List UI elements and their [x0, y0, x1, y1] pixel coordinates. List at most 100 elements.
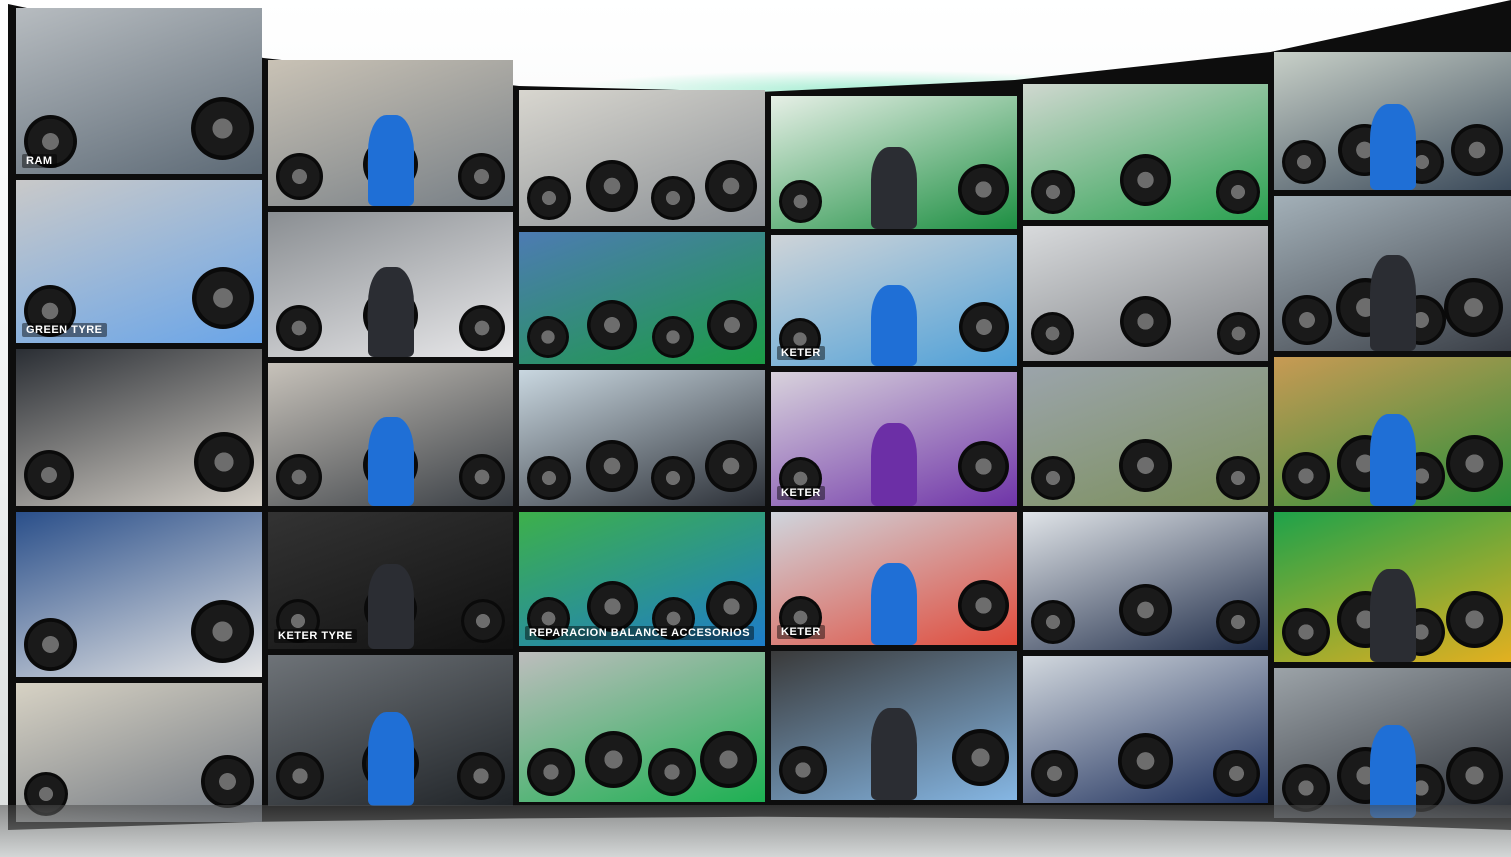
- photo-tile: [1274, 512, 1511, 662]
- tire-graphic: [959, 302, 1009, 352]
- tire-graphic: [648, 748, 697, 796]
- tire-graphic: [1282, 139, 1327, 184]
- floor-reflection: [0, 805, 1511, 857]
- person-figure: [871, 563, 917, 645]
- photo-tile: [16, 683, 262, 822]
- tire-graphic: [584, 731, 642, 788]
- photo-tile: [1274, 357, 1511, 506]
- tire-graphic: [24, 449, 75, 500]
- photo-tile: [519, 370, 765, 506]
- photo-tile: [1023, 226, 1268, 361]
- tire-graphic: [1215, 455, 1260, 500]
- tire-graphic: [958, 164, 1009, 215]
- tire-graphic: [952, 729, 1009, 786]
- tire-graphic: [1215, 599, 1260, 644]
- person-figure: [368, 115, 414, 206]
- tire-graphic: [586, 299, 638, 350]
- tire-graphic: [191, 600, 254, 663]
- person-figure: [1370, 104, 1416, 190]
- tire-graphic: [706, 299, 757, 350]
- photo-tile: [16, 349, 262, 506]
- photo-tile: [519, 652, 765, 802]
- tile-caption: REPARACION BALANCE ACCESORIOS: [525, 626, 755, 640]
- tile-caption: RAM: [22, 154, 57, 168]
- tire-graphic: [527, 748, 575, 796]
- person-figure: [871, 147, 917, 229]
- tire-graphic: [276, 751, 325, 800]
- tire-graphic: [1031, 455, 1076, 500]
- photo-tile: [771, 96, 1017, 229]
- photo-tile: [1274, 196, 1511, 351]
- tire-graphic: [1031, 599, 1076, 644]
- photo-tile: [268, 363, 513, 506]
- tire-graphic: [651, 176, 695, 220]
- tire-graphic: [201, 755, 254, 808]
- photo-tile: [1023, 367, 1268, 506]
- photo-tile: KETER: [771, 372, 1017, 506]
- tire-graphic: [1216, 311, 1260, 355]
- tire-graphic: [652, 315, 695, 358]
- person-figure: [871, 285, 917, 366]
- tire-graphic: [192, 267, 254, 329]
- tire-graphic: [527, 176, 571, 220]
- photo-tile: [268, 60, 513, 206]
- tire-graphic: [24, 618, 77, 671]
- photo-tile: [519, 90, 765, 226]
- photo-tile: KETER: [771, 512, 1017, 645]
- tire-graphic: [705, 440, 757, 492]
- person-figure: [368, 267, 414, 357]
- photo-tile: KETER: [771, 235, 1017, 366]
- tire-graphic: [276, 153, 323, 200]
- photo-tile: [1023, 656, 1268, 803]
- tire-graphic: [458, 153, 505, 200]
- person-figure: [368, 564, 414, 649]
- photo-tile: [1023, 84, 1268, 220]
- person-figure: [368, 417, 414, 506]
- tile-caption: KETER: [777, 625, 825, 639]
- person-figure: [871, 708, 917, 800]
- tire-graphic: [276, 454, 322, 500]
- tire-graphic: [705, 160, 757, 212]
- person-figure: [1370, 569, 1416, 662]
- tire-graphic: [1444, 278, 1503, 337]
- photo-tile: [1274, 668, 1511, 818]
- photo-tile: KETER TYRE: [268, 512, 513, 649]
- tire-graphic: [1282, 608, 1330, 656]
- photo-tile: [519, 232, 765, 364]
- tire-graphic: [1117, 733, 1174, 789]
- tire-graphic: [527, 456, 571, 500]
- tire-graphic: [779, 180, 822, 223]
- photo-tile: RAM: [16, 8, 262, 174]
- person-figure: [1370, 255, 1416, 351]
- tire-graphic: [1119, 439, 1172, 492]
- tire-graphic: [779, 746, 827, 794]
- tile-caption: KETER: [777, 346, 825, 360]
- photo-tile: [1274, 52, 1511, 190]
- tire-graphic: [276, 304, 323, 351]
- tire-graphic: [456, 751, 505, 800]
- tire-graphic: [1446, 747, 1503, 804]
- tire-graphic: [1450, 123, 1503, 176]
- tire-graphic: [461, 599, 505, 643]
- tire-graphic: [958, 441, 1009, 492]
- tire-graphic: [586, 160, 639, 212]
- tire-graphic: [1216, 170, 1260, 214]
- tire-graphic: [190, 96, 254, 160]
- tire-graphic: [194, 432, 254, 492]
- tire-graphic: [651, 456, 695, 500]
- tire-graphic: [1119, 583, 1172, 636]
- person-figure: [368, 712, 414, 806]
- tire-graphic: [1031, 170, 1075, 214]
- tire-graphic: [458, 304, 505, 351]
- photo-tile: [771, 651, 1017, 800]
- tire-graphic: [1031, 749, 1079, 797]
- tile-caption: KETER: [777, 486, 825, 500]
- photo-tile: [268, 212, 513, 357]
- tire-graphic: [1119, 295, 1172, 347]
- tire-graphic: [1119, 154, 1172, 206]
- photo-tile: [268, 655, 513, 806]
- tire-graphic: [1446, 435, 1503, 492]
- tire-graphic: [586, 440, 639, 492]
- person-figure: [871, 423, 917, 506]
- tire-graphic: [1031, 311, 1075, 355]
